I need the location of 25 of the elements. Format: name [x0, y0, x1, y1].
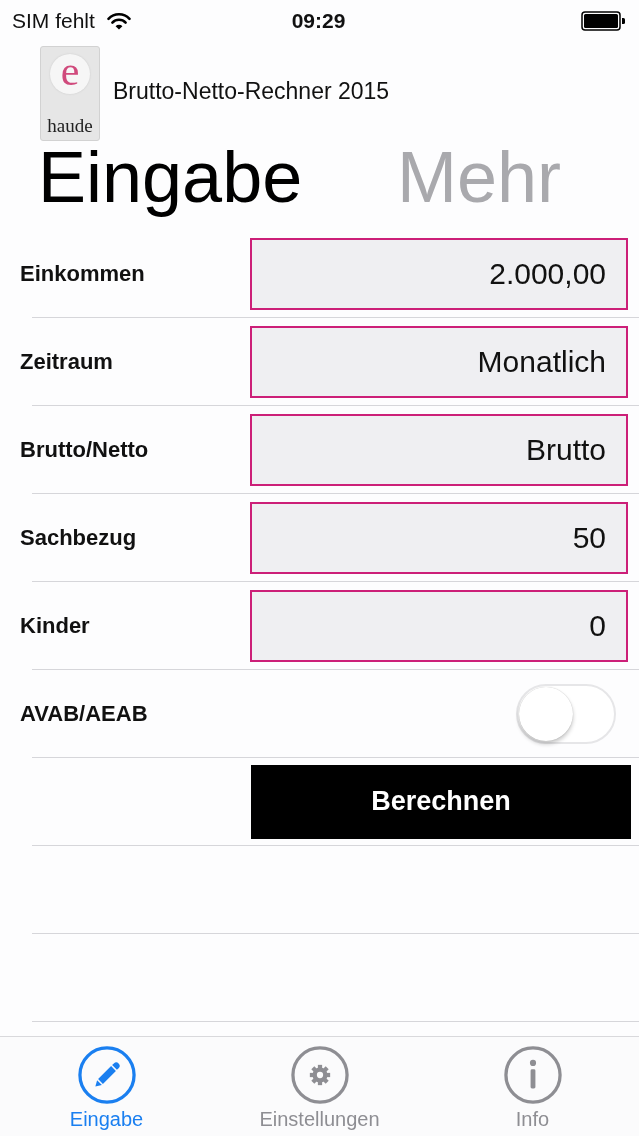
logo-letter: e: [50, 54, 90, 94]
carrier-text: SIM fehlt: [12, 9, 95, 33]
app-title: Brutto-Netto-Rechner 2015: [113, 77, 390, 105]
field-label: Kinder: [19, 612, 91, 639]
wifi-icon: [106, 12, 131, 30]
field-label: Zeitraum: [19, 348, 114, 375]
tab-bar-item[interactable]: Eingabe: [69, 1037, 144, 1130]
info-icon: [503, 1046, 562, 1104]
field-label: Einkommen: [19, 260, 146, 287]
field-label: Sachbezug: [19, 524, 138, 551]
pencil-icon: [77, 1046, 136, 1104]
field-label: Brutto/Netto: [19, 436, 150, 463]
input-field[interactable]: 0: [250, 589, 628, 662]
clock-text: 09:29: [291, 9, 346, 33]
calculate-button[interactable]: Berechnen: [251, 764, 631, 839]
input-field[interactable]: 2.000,00: [250, 237, 628, 310]
toggle-label: AVAB/AEAB: [19, 700, 149, 727]
input-field[interactable]: Monatlich: [250, 325, 628, 398]
battery-icon: [581, 11, 625, 31]
input-field[interactable]: 50: [250, 501, 628, 574]
gear-icon: [290, 1046, 349, 1104]
input-field[interactable]: Brutto: [250, 413, 628, 486]
toggle-switch[interactable]: [516, 683, 616, 744]
logo-word: haude: [47, 116, 93, 136]
page-tab[interactable]: Eingabe: [38, 136, 303, 218]
